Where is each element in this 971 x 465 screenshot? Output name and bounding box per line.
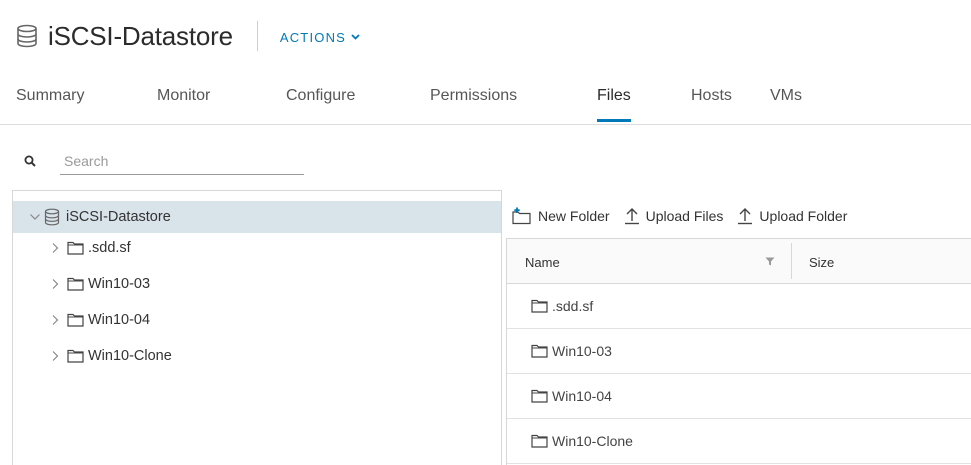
upload-icon <box>738 208 753 225</box>
search-icon <box>24 155 36 167</box>
tree-item[interactable]: .sdd.sf <box>13 232 131 264</box>
table-row[interactable]: Win10-Clone <box>507 419 971 464</box>
new-folder-icon <box>512 207 531 225</box>
tree-item-label: iSCSI-Datastore <box>66 209 171 225</box>
chevron-right-icon[interactable] <box>49 314 61 326</box>
datastore-icon <box>17 24 37 48</box>
folder-icon <box>531 299 548 313</box>
grid-header: Name Size <box>507 239 971 284</box>
folder-icon <box>67 349 84 363</box>
tab-permissions[interactable]: Permissions <box>430 86 517 122</box>
tab-hosts[interactable]: Hosts <box>691 86 732 122</box>
new-folder-button[interactable]: New Folder <box>512 207 610 225</box>
upload-folder-button[interactable]: Upload Folder <box>737 207 847 225</box>
search-input[interactable] <box>60 148 304 175</box>
upload-files-button[interactable]: Upload Files <box>624 207 724 225</box>
filter-icon[interactable] <box>765 257 775 266</box>
files-toolbar: New Folder Upload Files Upload Folder <box>512 202 861 230</box>
tab-bar: Summary Monitor Configure Permissions Fi… <box>0 82 971 125</box>
tab-vms[interactable]: VMs <box>770 86 802 122</box>
page-title: iSCSI-Datastore <box>48 20 233 51</box>
actions-label: ACTIONS <box>279 29 347 45</box>
table-row[interactable]: .sdd.sf <box>507 284 971 329</box>
page: iSCSI-Datastore ACTIONS Summary Monitor … <box>0 0 971 465</box>
column-separator[interactable] <box>791 243 792 279</box>
folder-icon <box>531 434 548 448</box>
tree-item-label: Win10-Clone <box>88 348 172 364</box>
folder-icon <box>67 313 84 327</box>
tree-item-label: Win10-04 <box>88 312 151 328</box>
files-grid: Name Size .sdd.sf Win10-03 Win10-04 Win1… <box>506 238 971 465</box>
chevron-down-icon[interactable] <box>29 211 41 223</box>
datastore-icon <box>44 208 60 226</box>
row-name: .sdd.sf <box>552 298 594 314</box>
tree-item[interactable]: Win10-Clone <box>13 340 172 372</box>
upload-icon <box>624 208 639 225</box>
column-header-name[interactable]: Name <box>525 255 560 270</box>
table-row[interactable]: Win10-04 <box>507 374 971 419</box>
tab-files[interactable]: Files <box>597 86 631 122</box>
tree-item-label: .sdd.sf <box>88 240 131 256</box>
tree-item[interactable]: Win10-04 <box>13 304 150 336</box>
tab-monitor[interactable]: Monitor <box>157 86 210 122</box>
tab-summary[interactable]: Summary <box>16 86 84 122</box>
row-name: Win10-03 <box>552 343 612 359</box>
chevron-right-icon[interactable] <box>49 350 61 362</box>
tree-item[interactable]: Win10-03 <box>13 268 150 300</box>
upload-folder-label: Upload Folder <box>759 208 848 224</box>
row-name: Win10-Clone <box>552 433 633 449</box>
folder-icon <box>531 389 548 403</box>
tree-item-root[interactable]: iSCSI-Datastore <box>13 201 501 233</box>
folder-tree: iSCSI-Datastore .sdd.sf Win10-03 Win10-0… <box>12 190 502 465</box>
tree-item-label: Win10-03 <box>88 276 151 292</box>
new-folder-label: New Folder <box>538 208 610 224</box>
folder-icon <box>531 344 548 358</box>
chevron-right-icon[interactable] <box>49 242 61 254</box>
tab-configure[interactable]: Configure <box>286 86 355 122</box>
folder-icon <box>67 241 84 255</box>
table-row[interactable]: Win10-03 <box>507 329 971 374</box>
chevron-right-icon[interactable] <box>49 278 61 290</box>
page-header: iSCSI-Datastore ACTIONS <box>16 18 360 54</box>
actions-button[interactable]: ACTIONS <box>280 30 360 45</box>
header-divider <box>256 21 258 51</box>
folder-icon <box>67 277 84 291</box>
upload-files-label: Upload Files <box>645 208 724 224</box>
chevron-down-icon <box>351 34 360 40</box>
column-header-size[interactable]: Size <box>809 255 834 270</box>
search-box <box>22 148 304 178</box>
row-name: Win10-04 <box>552 388 612 404</box>
